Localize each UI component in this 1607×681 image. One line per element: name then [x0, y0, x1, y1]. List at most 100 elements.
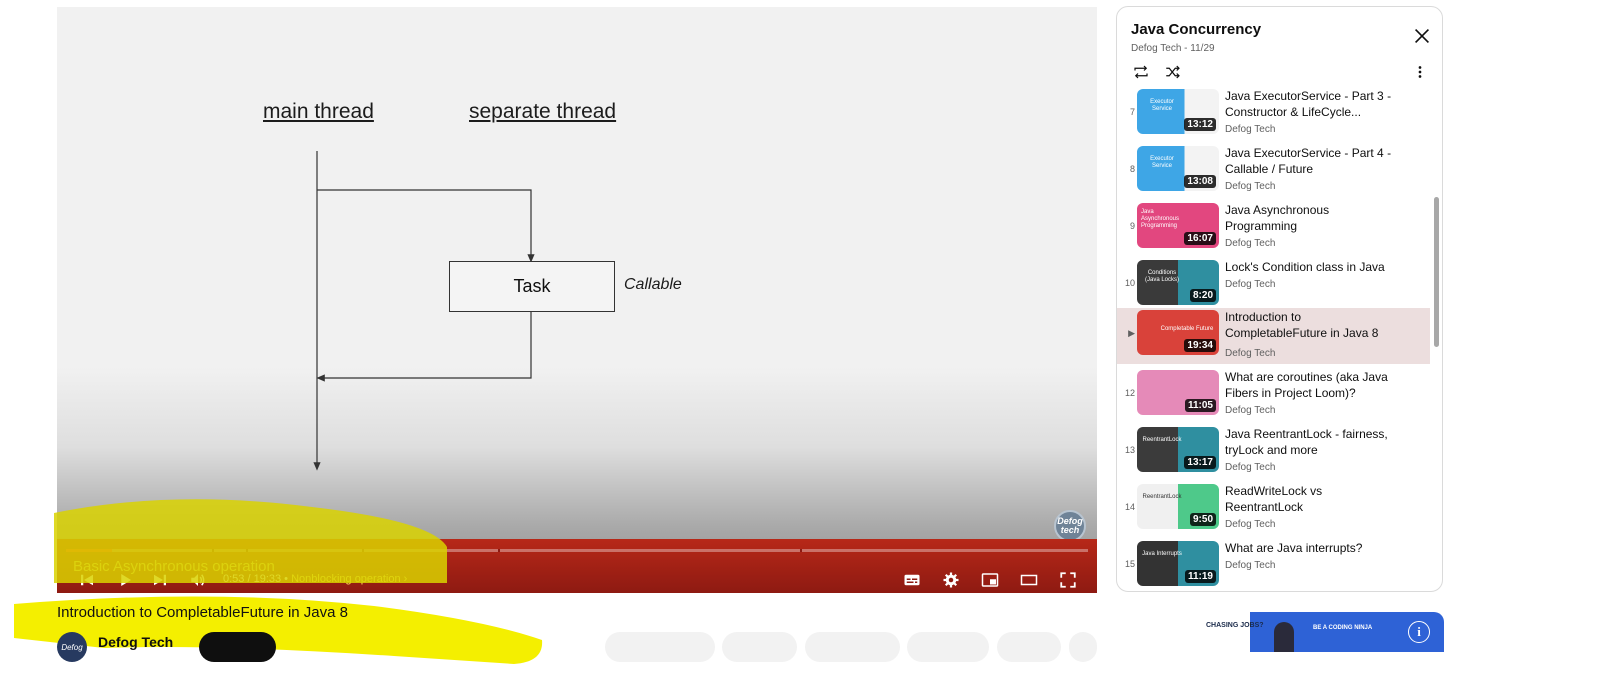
thumbnail-text: ReentrantLock — [1142, 437, 1182, 443]
share-button[interactable] — [722, 632, 797, 662]
info-icon[interactable]: i — [1408, 621, 1430, 643]
playlist-item[interactable]: 14 ReentrantLock 9:50 ReadWriteLock vs R… — [1117, 482, 1430, 538]
video-thumbnail[interactable]: Java Asynchronous Programming 16:07 — [1137, 203, 1219, 248]
item-channel: Defog Tech — [1225, 238, 1276, 249]
item-title[interactable]: What are Java interrupts? — [1225, 540, 1395, 556]
video-player[interactable]: main thread separate thread Task Callabl… — [57, 7, 1097, 593]
playlist-panel: Java Concurrency Defog Tech - 11/29 7 Ex… — [1116, 6, 1443, 592]
settings-icon — [943, 572, 959, 588]
playlist-item[interactable]: 10 Conditions (Java Locks) 8:20 Lock's C… — [1117, 258, 1430, 314]
video-thumbnail[interactable]: Java Interrupts 11:19 — [1137, 541, 1219, 586]
item-title[interactable]: Java ExecutorService - Part 3 - Construc… — [1225, 88, 1395, 120]
theater-mode-button[interactable] — [1017, 569, 1041, 591]
video-thumbnail[interactable]: Executor Service 13:08 — [1137, 146, 1219, 191]
ad-person-image — [1274, 622, 1294, 652]
playlist-item-current[interactable]: ▶ Completable Future 19:34 Introduction … — [1117, 308, 1430, 364]
chapter-marker — [212, 549, 214, 552]
duration-badge: 13:12 — [1184, 118, 1216, 131]
clip-button[interactable] — [997, 632, 1061, 662]
chapter-marker — [800, 549, 802, 552]
task-label: Task — [513, 276, 551, 296]
separate-thread-label: separate thread — [469, 100, 617, 123]
previous-button[interactable] — [76, 569, 98, 591]
subscribe-button[interactable] — [199, 632, 276, 662]
duration-badge: 19:34 — [1184, 339, 1216, 352]
time-display: 0:53 / 19:33 • Nonblocking operation › — [223, 573, 407, 585]
previous-icon — [81, 574, 93, 586]
playlist-item[interactable]: 7 Executor Service 13:12 Java ExecutorSe… — [1117, 87, 1430, 143]
playlist-scrollbar[interactable] — [1434, 197, 1439, 347]
video-frame[interactable]: main thread separate thread Task Callabl… — [57, 7, 1097, 593]
loop-icon[interactable] — [1131, 63, 1151, 81]
ad-banner[interactable]: CHASING JOBS? BE A CODING NINJA i — [1116, 612, 1444, 652]
volume-icon — [191, 574, 205, 586]
item-channel: Defog Tech — [1225, 279, 1276, 290]
fullscreen-icon — [1060, 572, 1076, 588]
join-arrow — [316, 312, 532, 382]
video-thumbnail[interactable]: Executor Service 13:12 — [1137, 89, 1219, 134]
more-vertical-icon[interactable] — [1413, 63, 1427, 81]
item-channel: Defog Tech — [1225, 519, 1276, 530]
chapter-button[interactable]: Nonblocking operation › — [291, 573, 407, 585]
playlist-item[interactable]: 9 Java Asynchronous Programming 16:07 Ja… — [1117, 201, 1430, 257]
time-separator: / — [244, 573, 254, 585]
thumbnail-text: Completable Future — [1160, 326, 1214, 332]
ad-headline: CHASING JOBS? — [1206, 622, 1264, 629]
video-thumbnail[interactable]: Conditions (Java Locks) 8:20 — [1137, 260, 1219, 305]
duration-badge: 13:08 — [1184, 175, 1216, 188]
next-button[interactable] — [149, 569, 171, 591]
play-icon — [121, 574, 131, 586]
playlist-item[interactable]: 15 Java Interrupts 11:19 What are Java i… — [1117, 539, 1430, 591]
duration-badge: 8:20 — [1189, 289, 1216, 302]
close-icon[interactable] — [1411, 25, 1433, 47]
thumbnail-text: Java Asynchronous Programming — [1141, 209, 1180, 229]
theater-mode-icon — [1020, 574, 1038, 586]
playlist-item[interactable]: 13 ReentrantLock 13:17 Java ReentrantLoc… — [1117, 425, 1430, 481]
item-channel: Defog Tech — [1225, 348, 1276, 359]
main-thread-label: main thread — [263, 100, 374, 123]
item-index: 7 — [1129, 107, 1135, 117]
item-title[interactable]: Java ReentrantLock - fairness, tryLock a… — [1225, 426, 1395, 458]
current-time: 0:53 — [223, 573, 245, 585]
video-thumbnail[interactable]: ReentrantLock 9:50 — [1137, 484, 1219, 529]
miniplayer-button[interactable] — [978, 569, 1002, 591]
mute-button[interactable] — [187, 569, 209, 591]
callable-label: Callable — [624, 276, 682, 293]
settings-button[interactable] — [939, 569, 963, 591]
channel-watermark[interactable]: Defog tech — [1054, 510, 1086, 542]
item-title[interactable]: Java ExecutorService - Part 4 - Callable… — [1225, 145, 1395, 177]
duration-badge: 11:05 — [1184, 399, 1216, 412]
video-thumbnail[interactable]: ReentrantLock 13:17 — [1137, 427, 1219, 472]
total-time: 19:33 — [253, 573, 282, 585]
more-actions-button[interactable] — [1069, 632, 1097, 662]
item-title[interactable]: Introduction to CompletableFuture in Jav… — [1225, 309, 1395, 341]
shuffle-icon[interactable] — [1163, 63, 1183, 81]
item-title[interactable]: What are coroutines (aka Java Fibers in … — [1225, 369, 1395, 401]
fork-arrow — [317, 189, 535, 263]
duration-badge: 13:17 — [1184, 456, 1216, 469]
subtitles-icon — [904, 574, 920, 586]
thanks-button[interactable] — [907, 632, 989, 662]
item-index: 12 — [1124, 388, 1135, 398]
item-title[interactable]: ReadWriteLock vs ReentrantLock — [1225, 483, 1395, 515]
task-box: Task — [449, 261, 615, 312]
youtube-watch-page: main thread separate thread Task Callabl… — [0, 0, 1607, 681]
channel-name[interactable]: Defog Tech — [98, 634, 173, 650]
item-title[interactable]: Lock's Condition class in Java — [1225, 259, 1395, 275]
fullscreen-button[interactable] — [1056, 569, 1080, 591]
channel-row: Defog Defog Tech — [57, 630, 1097, 662]
like-dislike-button[interactable] — [605, 632, 715, 662]
progress-bar[interactable] — [66, 549, 1088, 552]
download-button[interactable] — [805, 632, 900, 662]
play-button[interactable] — [114, 569, 136, 591]
channel-avatar[interactable]: Defog — [57, 632, 87, 662]
subtitles-button[interactable] — [900, 569, 924, 591]
playlist-title[interactable]: Java Concurrency — [1131, 21, 1261, 38]
playlist-item[interactable]: 12 11:05 What are coroutines (aka Java F… — [1117, 368, 1430, 424]
playlist-item[interactable]: 8 Executor Service 13:08 Java ExecutorSe… — [1117, 144, 1430, 200]
chevron-right-icon: › — [403, 573, 408, 585]
item-channel: Defog Tech — [1225, 462, 1276, 473]
item-title[interactable]: Java Asynchronous Programming — [1225, 202, 1395, 234]
video-thumbnail[interactable]: Completable Future 19:34 — [1137, 310, 1219, 355]
video-thumbnail[interactable]: 11:05 — [1137, 370, 1219, 415]
